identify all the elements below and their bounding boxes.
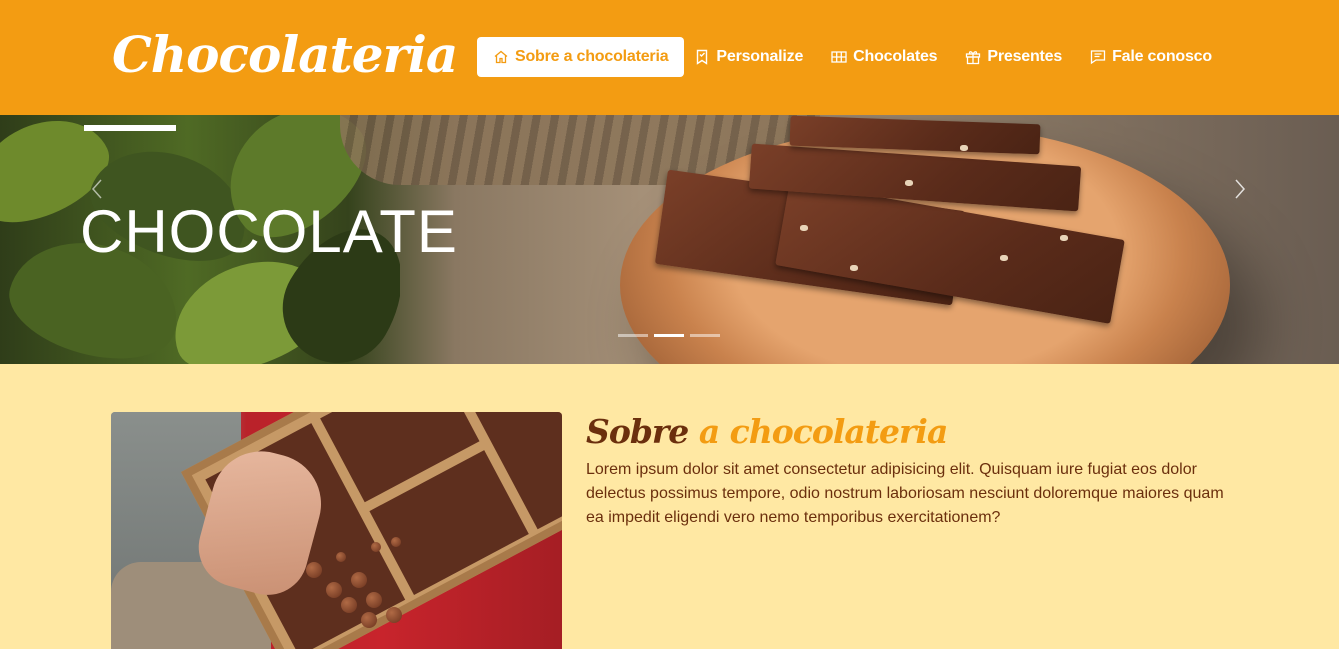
gift-icon — [966, 51, 981, 65]
nav-item-label: Fale conosco — [1112, 48, 1212, 65]
chevron-left-icon — [91, 179, 102, 199]
nav-item-sobre[interactable]: Sobre a chocolateria — [477, 37, 685, 77]
hero-carousel: CHOCOLATE — [0, 115, 1339, 364]
carousel-prev-button[interactable] — [86, 177, 110, 201]
carousel-next-button[interactable] — [1227, 177, 1251, 201]
carousel-indicator-3[interactable] — [690, 334, 720, 337]
chevron-right-icon — [1235, 179, 1246, 199]
carousel-indicators — [618, 334, 726, 337]
about-title-part2: a chocolateria — [698, 412, 949, 451]
nav-item-personalize[interactable]: Personalize — [688, 37, 817, 77]
about-description: Lorem ipsum dolor sit amet consectetur a… — [586, 461, 1224, 526]
nav-item-label: Sobre a chocolateria — [515, 48, 669, 65]
bookmark-icon — [697, 49, 708, 65]
nav-item-chocolates[interactable]: Chocolates — [817, 37, 951, 77]
grid-icon — [831, 51, 847, 63]
carousel-indicator-2[interactable] — [654, 334, 684, 337]
hero-accent-bar — [84, 125, 176, 131]
about-title: Sobre a chocolateria — [586, 410, 949, 454]
nav-item-fale-conosco[interactable]: Fale conosco — [1076, 37, 1226, 77]
nav-item-presentes[interactable]: Presentes — [951, 37, 1076, 77]
main-nav: Sobre a chocolateria Personalize Chocola… — [477, 37, 1226, 77]
about-image — [111, 412, 562, 649]
hero-title: CHOCOLATE — [80, 198, 458, 265]
chat-icon — [1090, 50, 1106, 65]
carousel-indicator-1[interactable] — [618, 334, 648, 337]
brand-logo[interactable]: Chocolateria — [112, 22, 458, 88]
nav-item-label: Presentes — [987, 48, 1063, 65]
home-icon — [494, 50, 508, 64]
nav-item-label: Chocolates — [853, 48, 938, 65]
nav-item-label: Personalize — [716, 48, 804, 65]
about-title-part1: Sobre — [586, 412, 689, 451]
site-header: Chocolateria Sobre a chocolateria Person… — [0, 0, 1339, 115]
